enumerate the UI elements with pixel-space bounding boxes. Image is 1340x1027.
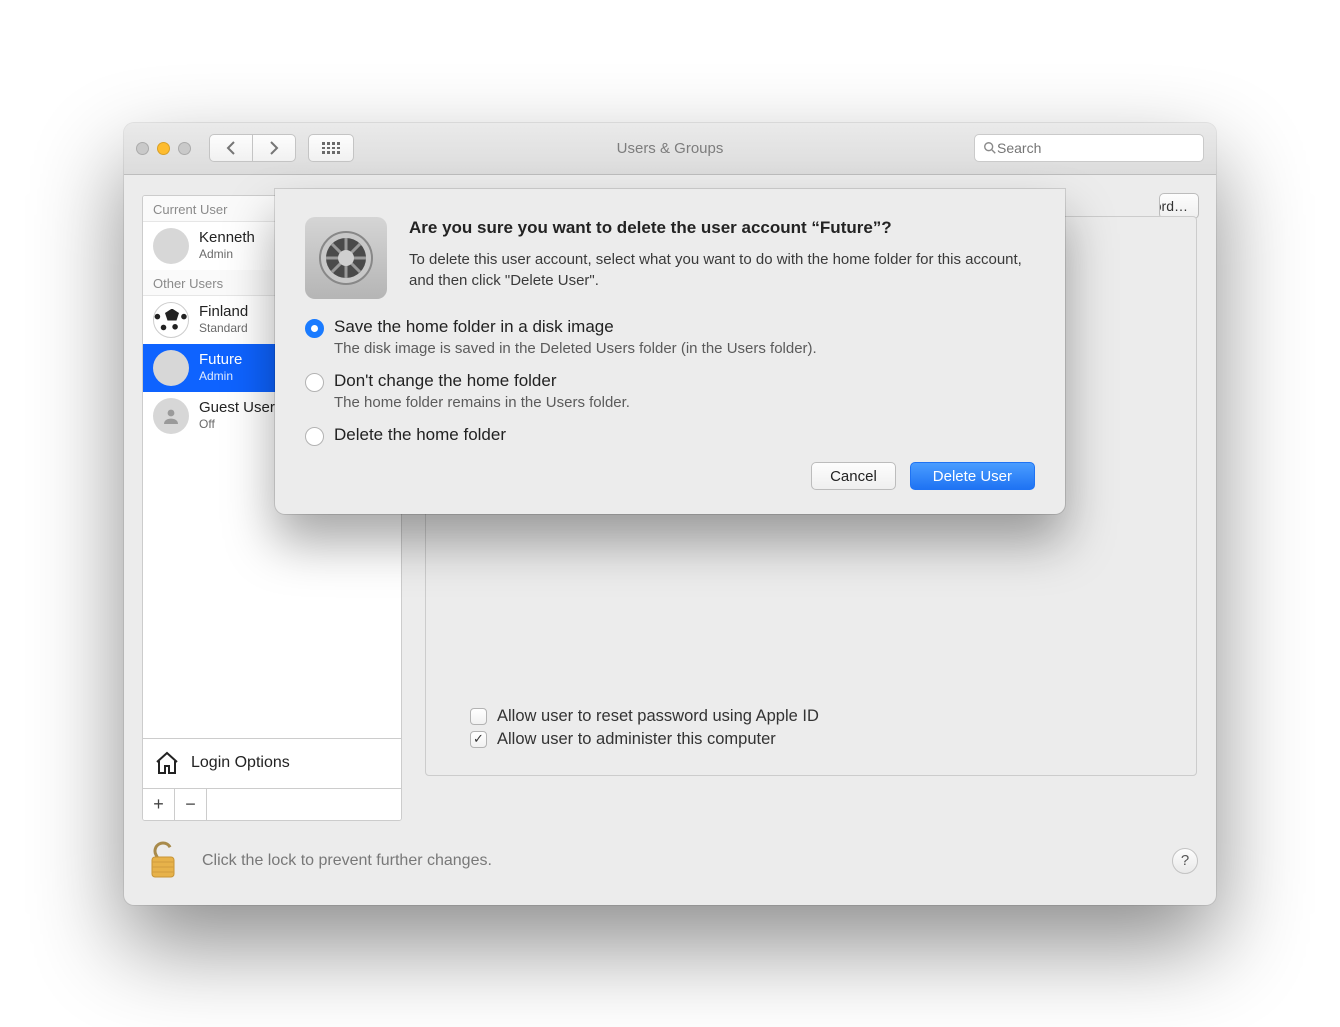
allow-reset-label: Allow user to reset password using Apple… (497, 707, 819, 726)
minimize-window[interactable] (157, 142, 170, 155)
user-role: Admin (199, 247, 255, 261)
checkbox[interactable] (470, 708, 487, 725)
sheet-subtitle: To delete this user account, select what… (409, 249, 1035, 291)
search-icon (983, 141, 997, 155)
nav-buttons (209, 134, 296, 162)
cancel-button[interactable]: Cancel (811, 462, 896, 490)
allow-admin-label: Allow user to administer this computer (497, 730, 776, 749)
user-name: Kenneth (199, 230, 255, 247)
avatar (153, 228, 189, 264)
radio-group: Save the home folder in a disk image The… (305, 317, 1035, 446)
show-all-button[interactable] (308, 134, 354, 162)
radio-description: The disk image is saved in the Deleted U… (334, 340, 817, 357)
user-role: Standard (199, 321, 248, 335)
radio-button[interactable] (305, 319, 324, 338)
traffic-lights (136, 142, 191, 155)
footer: Click the lock to prevent further change… (142, 821, 1198, 891)
delete-user-sheet: Are you sure you want to delete the user… (275, 189, 1065, 515)
radio-button[interactable] (305, 427, 324, 446)
avatar (153, 302, 189, 338)
allow-admin-row[interactable]: Allow user to administer this computer (470, 730, 819, 749)
forward-button[interactable] (252, 134, 296, 162)
user-name: Guest User (199, 400, 275, 417)
titlebar: Users & Groups (124, 123, 1216, 175)
sheet-title: Are you sure you want to delete the user… (409, 217, 1035, 240)
avatar (153, 350, 189, 386)
help-button[interactable]: ? (1172, 848, 1198, 874)
search-field[interactable] (974, 134, 1204, 162)
user-role: Off (199, 417, 275, 431)
house-icon (153, 750, 181, 776)
system-preferences-icon (305, 217, 387, 299)
radio-description: The home folder remains in the Users fol… (334, 394, 630, 411)
change-password-button[interactable]: Change Password… (1159, 193, 1199, 219)
allow-reset-row[interactable]: Allow user to reset password using Apple… (470, 707, 819, 726)
avatar (153, 398, 189, 434)
user-name: Finland (199, 304, 248, 321)
grid-icon (322, 142, 340, 154)
add-remove-bar: + − (143, 788, 401, 820)
delete-user-button[interactable]: Delete User (910, 462, 1035, 490)
checkbox[interactable] (470, 731, 487, 748)
radio-label: Save the home folder in a disk image (334, 317, 817, 337)
remove-user-button[interactable]: − (175, 789, 207, 820)
login-options-row[interactable]: Login Options (143, 738, 401, 788)
add-user-button[interactable]: + (143, 789, 175, 820)
radio-dont-change[interactable]: Don't change the home folder The home fo… (305, 371, 1035, 411)
lock-button[interactable] (142, 841, 184, 881)
search-input[interactable] (997, 140, 1195, 156)
zoom-window[interactable] (178, 142, 191, 155)
footer-text: Click the lock to prevent further change… (202, 852, 492, 870)
user-name: Future (199, 352, 242, 369)
radio-save-disk-image[interactable]: Save the home folder in a disk image The… (305, 317, 1035, 357)
radio-label: Don't change the home folder (334, 371, 630, 391)
close-window[interactable] (136, 142, 149, 155)
login-options-label: Login Options (191, 754, 290, 772)
user-role: Admin (199, 369, 242, 383)
radio-delete-folder[interactable]: Delete the home folder (305, 425, 1035, 446)
back-button[interactable] (209, 134, 253, 162)
person-icon (161, 406, 181, 426)
radio-button[interactable] (305, 373, 324, 392)
radio-label: Delete the home folder (334, 425, 506, 445)
preferences-window: Users & Groups Current User Kenneth (124, 123, 1216, 905)
